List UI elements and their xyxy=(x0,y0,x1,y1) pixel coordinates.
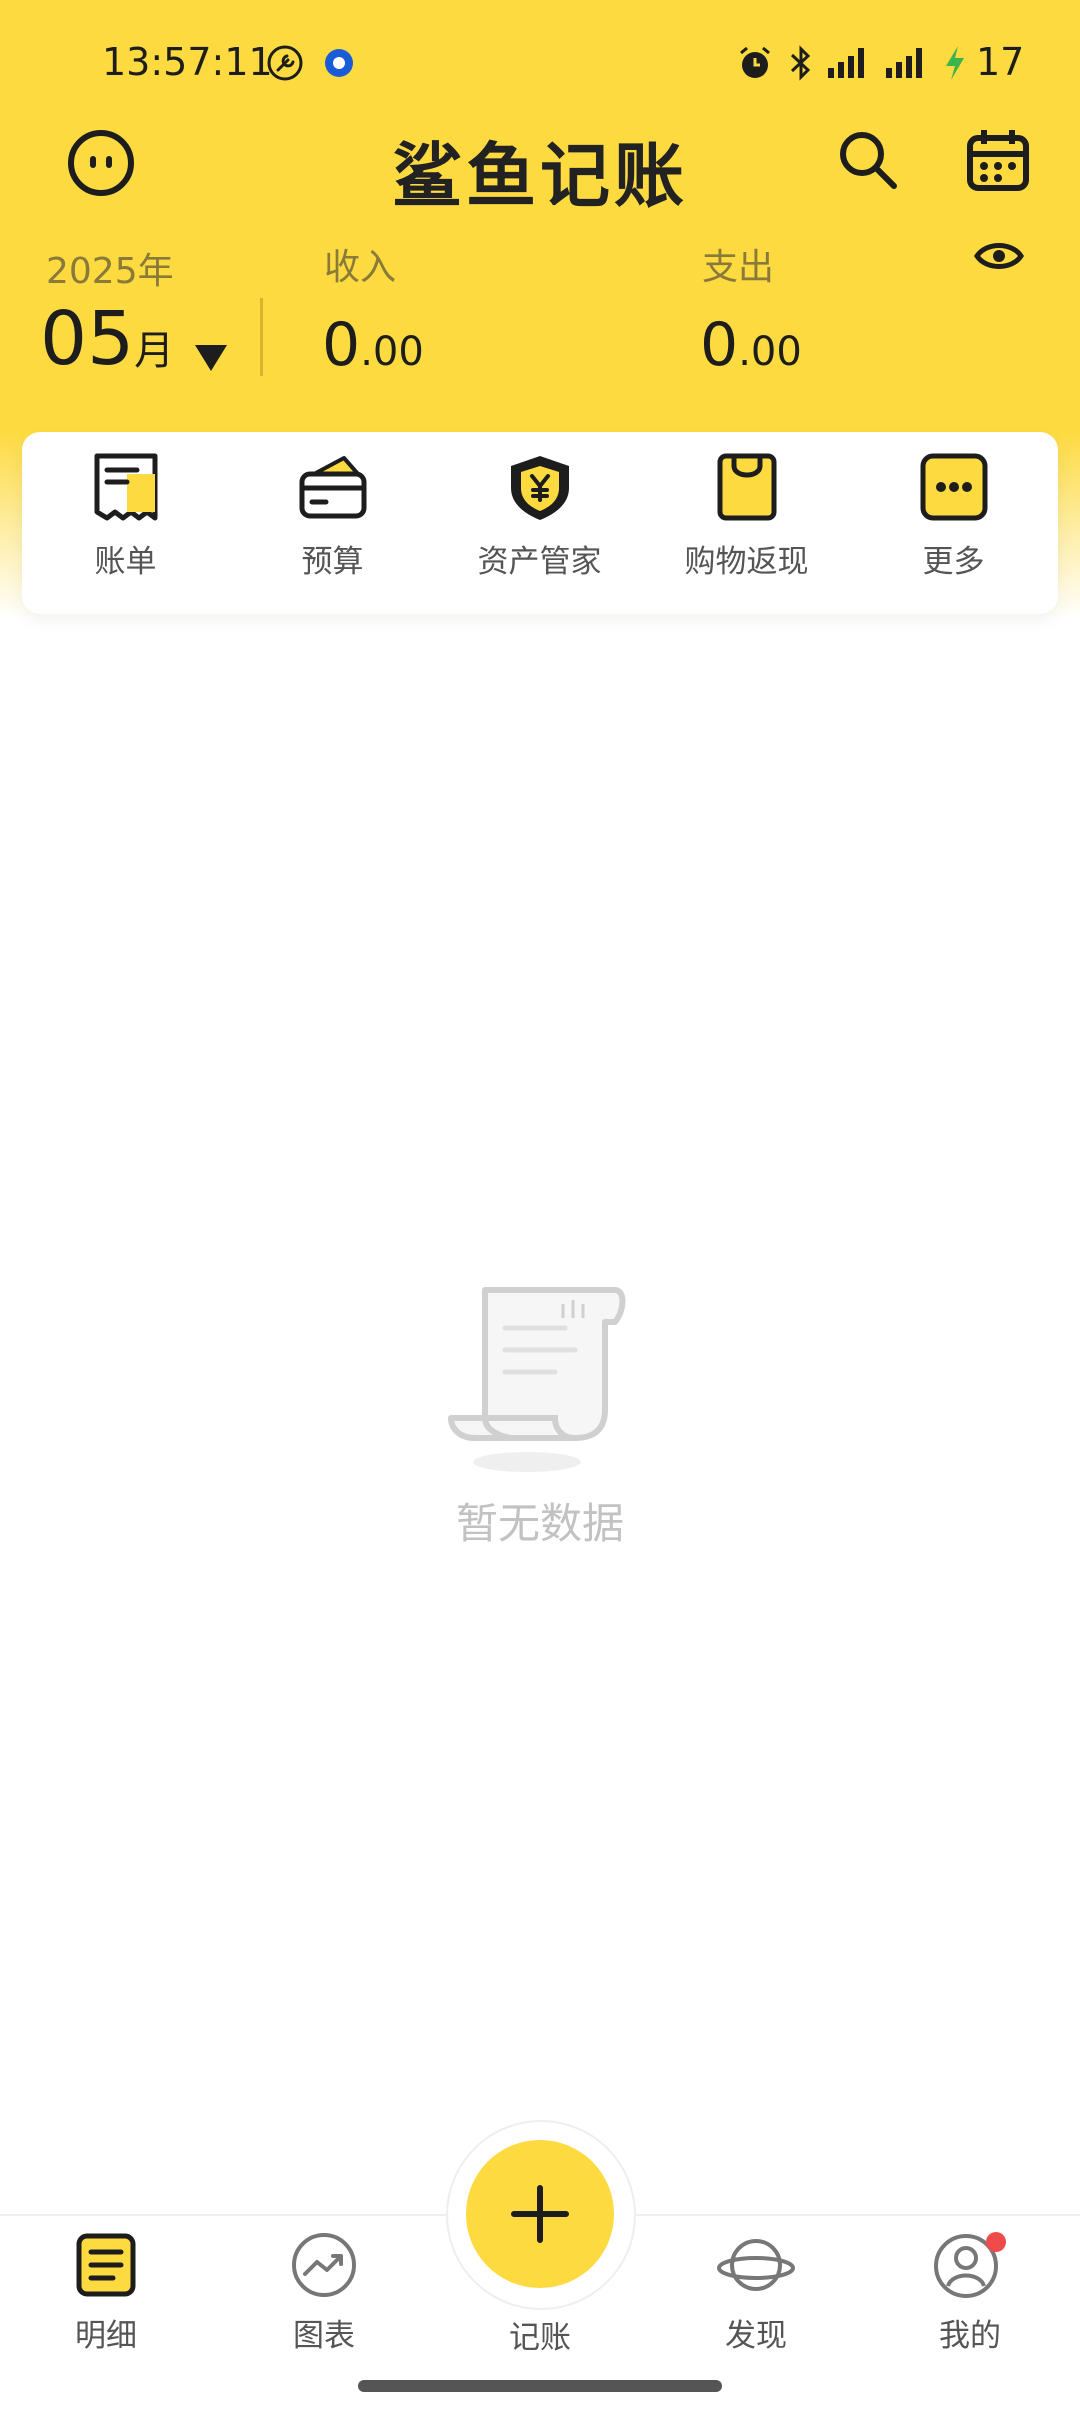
shopping-bag-icon xyxy=(717,453,776,521)
quick-action-label: 账单 xyxy=(94,544,157,580)
income-label: 收入 xyxy=(324,247,397,288)
summary-divider xyxy=(260,298,263,376)
status-bar: 13:57:11 17 xyxy=(0,0,1080,130)
month-selector[interactable]: 05月 xyxy=(40,296,229,382)
shield-yen-icon xyxy=(510,456,569,520)
battery-level: 17 xyxy=(976,40,1025,84)
dropdown-triangle-icon xyxy=(193,343,229,377)
signal-icon xyxy=(826,44,874,86)
quick-action-more[interactable]: 更多 xyxy=(850,452,1057,581)
nav-label: 我的 xyxy=(939,2318,1001,2354)
nav-item-mine[interactable]: 我的 xyxy=(880,2232,1060,2355)
nav-label: 明细 xyxy=(75,2318,137,2354)
quick-action-bill[interactable]: 账单 xyxy=(22,452,229,581)
calendar-icon[interactable] xyxy=(966,128,1030,196)
more-icon xyxy=(920,453,987,521)
search-icon[interactable] xyxy=(836,128,900,196)
eye-icon[interactable] xyxy=(974,236,1024,280)
month-unit: 月 xyxy=(134,328,175,374)
wrench-icon xyxy=(266,44,304,86)
alarm-icon xyxy=(736,44,774,86)
empty-state-text: 暂无数据 xyxy=(455,1499,624,1548)
notification-badge xyxy=(986,2232,1006,2252)
planet-icon xyxy=(717,2239,795,2291)
home-indicator[interactable] xyxy=(358,2380,722,2392)
income-value: 0.00 xyxy=(322,310,424,380)
signal-icon xyxy=(884,44,932,86)
profile-icon xyxy=(934,2232,1006,2298)
app-title: 鲨鱼记账 xyxy=(392,135,688,217)
quick-action-label: 更多 xyxy=(922,544,985,580)
add-record-label: 记账 xyxy=(509,2320,571,2356)
quick-action-budget[interactable]: 预算 xyxy=(229,452,436,581)
nav-item-discover[interactable]: 发现 xyxy=(666,2232,846,2355)
quick-action-assets[interactable]: 资产管家 xyxy=(436,452,643,581)
nav-label: 图表 xyxy=(293,2318,355,2354)
expense-value: 0.00 xyxy=(700,310,802,380)
add-record-button[interactable] xyxy=(466,2140,614,2288)
nav-item-detail[interactable]: 明细 xyxy=(16,2232,196,2355)
quick-actions-card: 账单 预算 资产管家 购物返现 更多 xyxy=(22,432,1058,614)
quick-action-label: 购物返现 xyxy=(684,544,809,580)
detail-list-icon xyxy=(76,2233,136,2297)
quick-action-label: 资产管家 xyxy=(477,544,602,580)
income-int: 0 xyxy=(322,310,361,380)
nav-label: 发现 xyxy=(725,2318,787,2354)
scroll-icon xyxy=(448,1287,626,1472)
chart-icon xyxy=(292,2233,356,2297)
expense-dec: .00 xyxy=(738,329,802,375)
charging-icon xyxy=(940,44,970,86)
quick-action-cashback[interactable]: 购物返现 xyxy=(643,452,850,581)
income-dec: .00 xyxy=(360,329,424,375)
status-time: 13:57:11 xyxy=(102,40,273,84)
expense-int: 0 xyxy=(700,310,739,380)
empty-state xyxy=(0,1280,1080,1484)
bill-icon xyxy=(94,453,157,521)
location-dot-icon xyxy=(320,44,358,86)
expense-label: 支出 xyxy=(702,247,775,288)
bluetooth-icon xyxy=(786,44,816,86)
wallet-icon xyxy=(299,456,366,519)
nav-item-chart[interactable]: 图表 xyxy=(234,2232,414,2355)
year-label: 2025年 xyxy=(46,251,174,292)
month-number: 05 xyxy=(40,296,135,382)
plus-icon xyxy=(511,2185,569,2243)
quick-action-label: 预算 xyxy=(301,544,364,580)
